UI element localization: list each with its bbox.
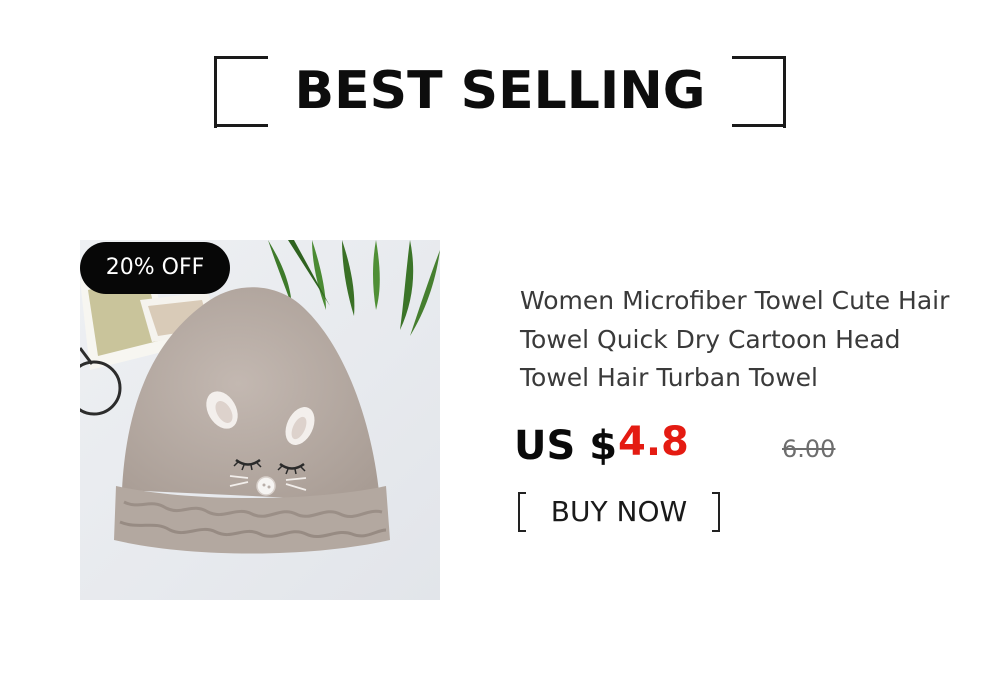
- title-bracket-left-side: [214, 90, 217, 128]
- buy-now-label: BUY NOW: [550, 495, 688, 528]
- title-bracket-right: [732, 56, 786, 59]
- price-currency: US $: [514, 423, 618, 469]
- sale-price: 4.8: [618, 419, 689, 465]
- buy-now-bracket-left: [518, 492, 526, 532]
- buy-now-bracket-right: [712, 492, 720, 532]
- title-bracket-left: [214, 56, 268, 94]
- title-bracket-left-foot: [214, 124, 268, 127]
- original-price: 6.00: [782, 435, 836, 463]
- hair-towel-cap-image: [80, 240, 440, 600]
- best-selling-page: BEST SELLING 20% OFF Women Microfiber To…: [0, 0, 1000, 700]
- title-bracket-right-side: [783, 56, 786, 128]
- title-bracket-right-foot: [732, 124, 786, 127]
- product-image[interactable]: [80, 240, 440, 600]
- product-title[interactable]: Women Microfiber Towel Cute Hair Towel Q…: [520, 282, 960, 398]
- section-title: BEST SELLING: [294, 61, 706, 121]
- discount-badge: 20% OFF: [80, 242, 230, 294]
- buy-now-button[interactable]: BUY NOW: [516, 490, 722, 534]
